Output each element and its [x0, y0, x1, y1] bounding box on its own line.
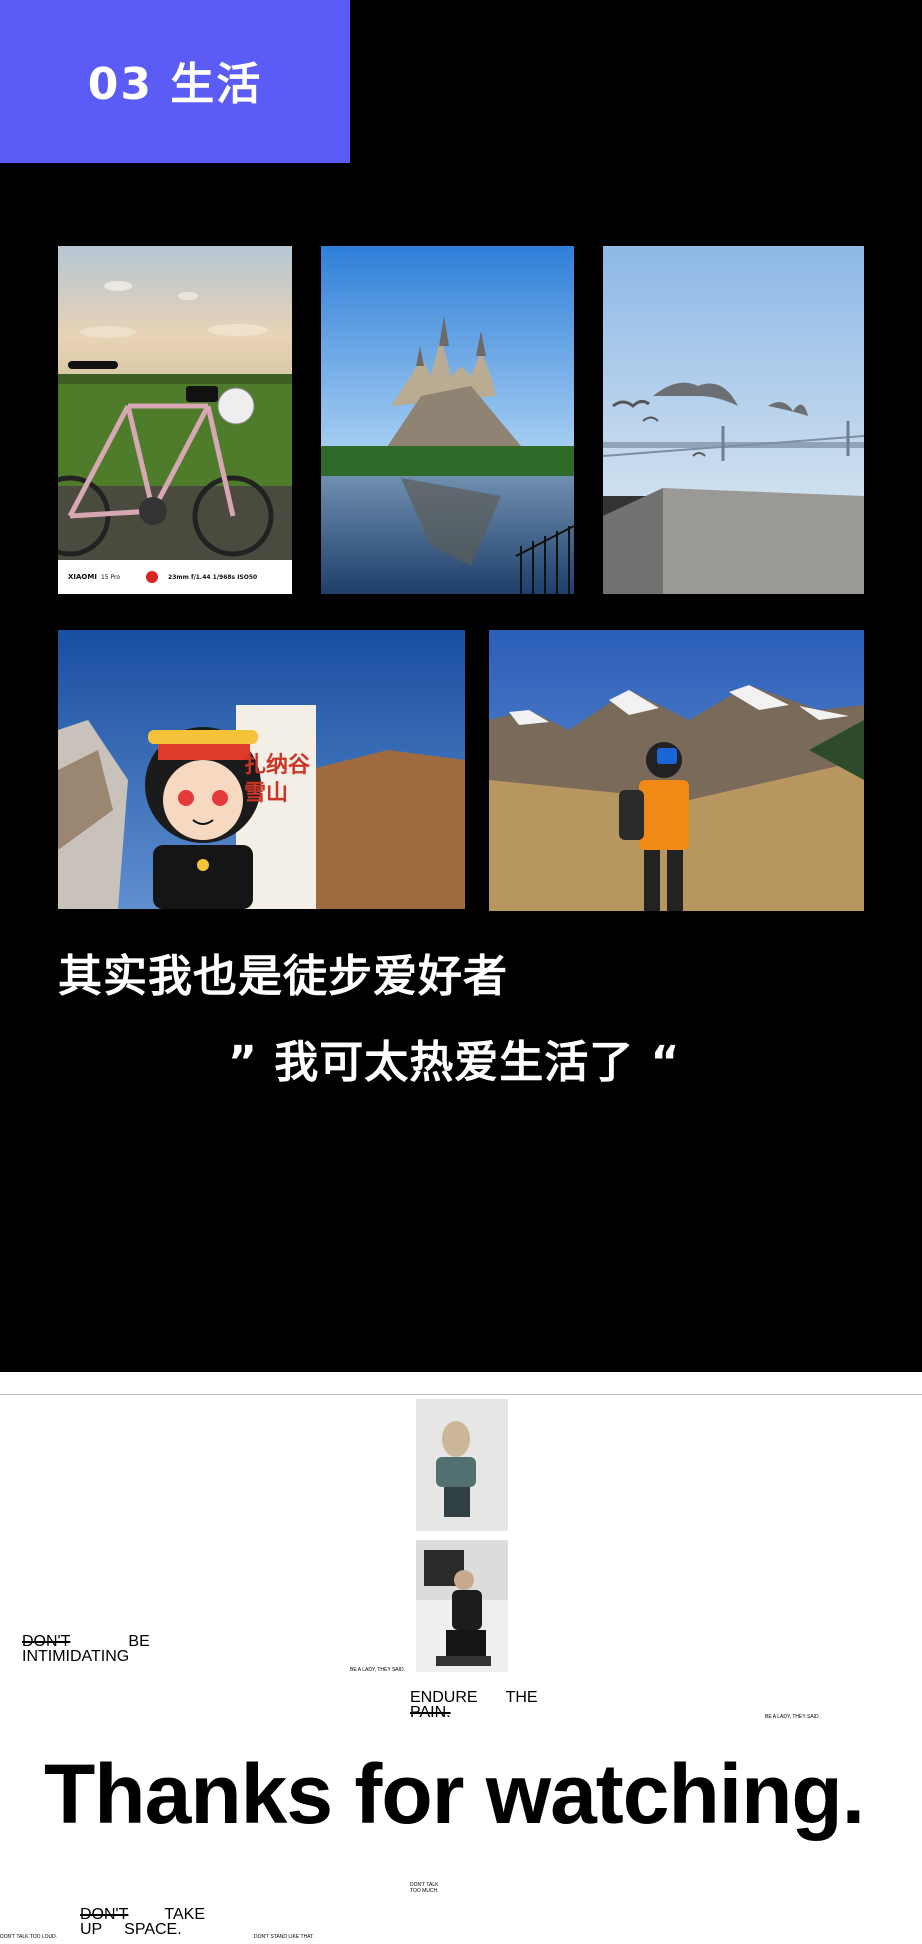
- shot-params: 23mm f/1.44 1/968s ISO50: [168, 573, 258, 581]
- slogan-1-line2: INTIMIDATING: [22, 1648, 130, 1665]
- bicycle-image: [58, 246, 292, 594]
- divider: [0, 1394, 922, 1395]
- quote: ” 我可太热爱生活了 “: [228, 1037, 681, 1088]
- castle-image: [321, 246, 574, 594]
- photo-seagulls[interactable]: [603, 246, 864, 594]
- fashion-top-image: [416, 1399, 508, 1531]
- note-left: BE A LADY, THEY SAID.: [350, 1667, 406, 1673]
- photo-hiker[interactable]: [489, 630, 864, 911]
- section-tag: 03 生活: [0, 0, 350, 163]
- photo-fashion-top[interactable]: [416, 1399, 508, 1531]
- slogan-3-line2: UP SPACE.: [80, 1921, 182, 1938]
- note-mid: DON'T TALK TOO MUCH.: [410, 1882, 439, 1894]
- photo-bicycle[interactable]: XIAOMI 15 Pro 23mm f/1.44 1/968s ISO50: [58, 246, 292, 594]
- camera-brand: XIAOMI: [68, 573, 97, 581]
- slogan-endure: ENDURE THE PAIN.: [410, 1689, 538, 1721]
- photo-summit-plush[interactable]: 扎纳谷 雪山: [58, 630, 465, 909]
- life-section: 03 生活 XIAOMI 15 Pro 23mm f/1.44 1/968s I…: [0, 0, 922, 1372]
- note-right: BE A LADY, THEY SAID.: [765, 1714, 821, 1720]
- camera-model: 15 Pro: [100, 573, 121, 581]
- closing-section: DON'T BE INTIMIDATING BE A LADY, THEY SAI…: [0, 1372, 922, 1944]
- note-bottom-left: DON'T TALK TOO LOUD.: [0, 1934, 58, 1940]
- slogan-dont-be: DON'T BE INTIMIDATING: [22, 1633, 150, 1665]
- seagulls-image: [603, 246, 864, 594]
- headline: 其实我也是徒步爱好者: [58, 951, 508, 1002]
- slogan-dont-take: DON'T TAKE UP SPACE.: [80, 1907, 205, 1938]
- thanks-headline: Thanks for watching.: [44, 1747, 865, 1841]
- slogan-1-rest: BE: [128, 1633, 150, 1650]
- photo-castle[interactable]: [321, 246, 574, 594]
- leica-logo-icon: [146, 571, 159, 583]
- photo-fashion-bottom[interactable]: [416, 1540, 508, 1672]
- camera-watermark: XIAOMI 15 Pro 23mm f/1.44 1/968s ISO50: [58, 560, 292, 594]
- fashion-bottom-image: [416, 1540, 508, 1672]
- note-bottom-right: DON'T STAND LIKE THAT.: [254, 1934, 315, 1940]
- summit-marker-text: 扎纳谷 雪山: [244, 753, 311, 806]
- slogan-2-line1-b: THE: [505, 1689, 538, 1706]
- hiker-image: [489, 630, 864, 911]
- section-tag-label: 03 生活: [87, 58, 263, 110]
- slogan-2-struck: PAIN.: [410, 1704, 451, 1721]
